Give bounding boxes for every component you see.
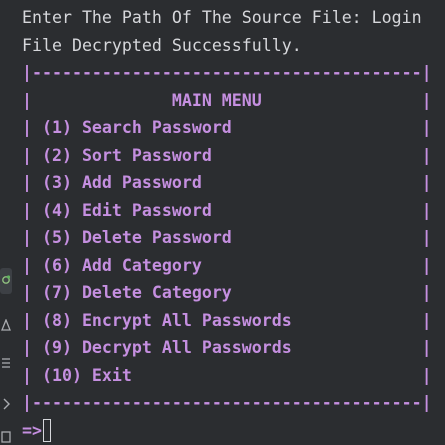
terminal-console[interactable]: Enter The Path Of The Source File: Login… (0, 0, 445, 445)
list-icon[interactable] (0, 356, 12, 370)
input-line[interactable]: => (22, 417, 51, 445)
text-cursor (42, 418, 51, 442)
menu-border-top: |---------------------------------------… (22, 63, 432, 82)
menu-item-edit-password: | (4) Edit Password | (22, 200, 432, 220)
output-line: Enter The Path Of The Source File: Login (22, 8, 422, 27)
menu-item-sort-password: | (2) Sort Password | (22, 145, 432, 165)
menu-title: | MAIN MENU | (22, 90, 432, 110)
tool-gutter (0, 0, 14, 445)
output-line: File Decrypted Successfully. (22, 35, 302, 55)
menu-item-encrypt-all: | (8) Encrypt All Passwords | (22, 310, 432, 330)
input-prompt: => (22, 420, 42, 440)
code-icon[interactable] (0, 397, 12, 411)
menu-item-add-category: | (6) Add Category | (22, 255, 432, 275)
menu-item-exit: | (10) Exit | (22, 365, 432, 385)
console-icon[interactable] (0, 430, 12, 444)
menu-item-decrypt-all: | (9) Decrypt All Passwords | (22, 338, 432, 357)
menu-item-delete-category: | (7) Delete Category | (22, 283, 432, 302)
menu-item-search-password: | (1) Search Password | (22, 118, 432, 137)
menu-item-delete-password: | (5) Delete Password | (22, 228, 432, 247)
run-status-icon[interactable] (0, 268, 12, 294)
menu-border-bottom: |---------------------------------------… (22, 393, 432, 412)
menu-item-add-password: | (3) Add Password | (22, 173, 432, 192)
warning-icon[interactable] (0, 318, 12, 332)
